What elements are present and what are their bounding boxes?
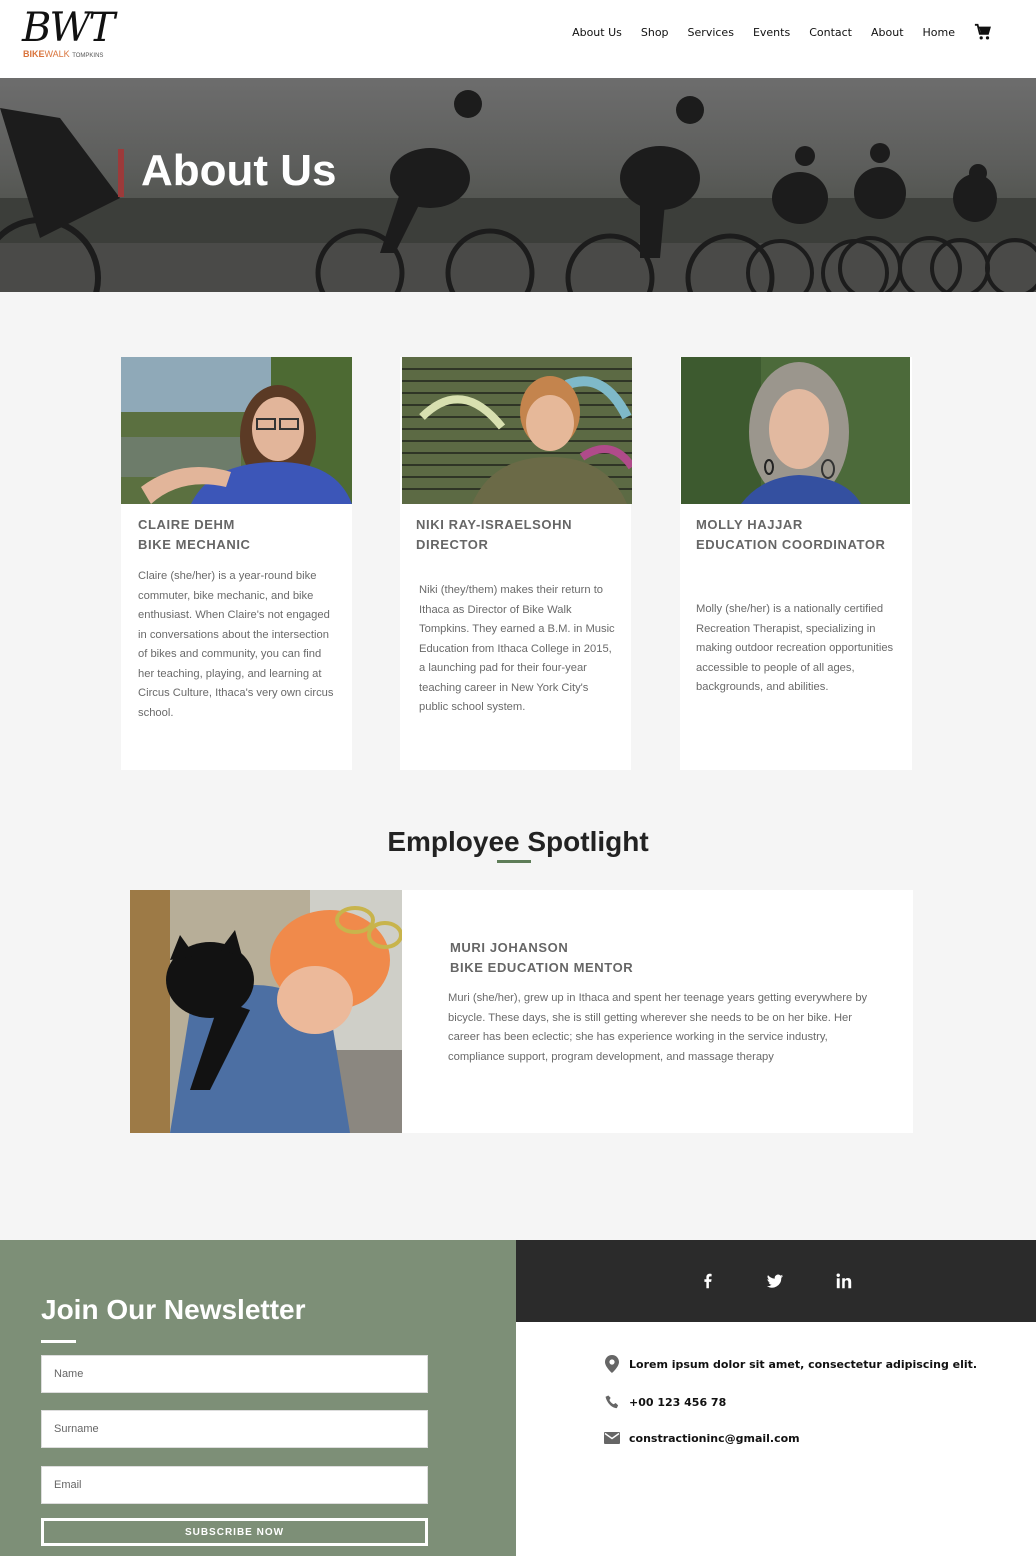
logo-script: BWT bbox=[22, 5, 115, 51]
newsletter-title-underline bbox=[41, 1340, 76, 1343]
facebook-icon[interactable] bbox=[699, 1272, 717, 1290]
contact-address: Lorem ipsum dolor sit amet, consectetur … bbox=[629, 1357, 978, 1371]
spotlight-bio: Muri (she/her), grew up in Ithaca and sp… bbox=[448, 992, 868, 1063]
main-nav: About Us Shop Services Events Contact Ab… bbox=[553, 22, 992, 42]
spotlight-name: MURI JOHANSON bbox=[450, 940, 569, 955]
cart-icon[interactable] bbox=[974, 23, 992, 41]
spotlight-name-block: MURI JOHANSON BIKE EDUCATION MENTOR bbox=[450, 938, 633, 978]
email-input[interactable] bbox=[41, 1466, 428, 1504]
logo-bike: BIKE bbox=[23, 49, 45, 59]
team-photo-niki bbox=[402, 357, 632, 504]
nav-shop[interactable]: Shop bbox=[641, 26, 669, 39]
team-photo-claire bbox=[121, 357, 352, 504]
team-bio-molly: Molly (she/her) is a nationally certifie… bbox=[696, 603, 894, 693]
site-logo[interactable]: BWT BIKEWALK TOMPKINS bbox=[22, 6, 122, 66]
mail-icon bbox=[604, 1430, 620, 1446]
surname-input[interactable] bbox=[41, 1410, 428, 1448]
team-card-claire: CLAIRE DEHM BIKE MECHANIC Claire (she/he… bbox=[121, 357, 352, 770]
nav-home[interactable]: Home bbox=[923, 26, 955, 39]
linkedin-icon[interactable] bbox=[835, 1272, 853, 1290]
contact-section: Lorem ipsum dolor sit amet, consectetur … bbox=[516, 1322, 1036, 1556]
nav-services[interactable]: Services bbox=[688, 26, 734, 39]
logo-wordmark: BIKEWALK TOMPKINS bbox=[23, 49, 103, 59]
team-name-niki: NIKI RAY-ISRAELSOHN DIRECTOR bbox=[416, 515, 572, 555]
team-bio-niki: Niki (they/them) makes their return to I… bbox=[419, 584, 615, 713]
spotlight-role: BIKE EDUCATION MENTOR bbox=[450, 960, 634, 975]
logo-tompkins: TOMPKINS bbox=[72, 53, 104, 59]
name-input[interactable] bbox=[41, 1355, 428, 1393]
phone-icon bbox=[604, 1394, 620, 1410]
contact-phone[interactable]: +00 123 456 78 bbox=[629, 1396, 726, 1409]
page-title: About Us bbox=[141, 146, 337, 195]
social-bar bbox=[516, 1240, 1036, 1322]
hero-banner: About Us bbox=[0, 78, 1036, 292]
spotlight-title: Employee Spotlight bbox=[387, 826, 649, 857]
member-role: BIKE MECHANIC bbox=[138, 537, 251, 552]
newsletter-section: Join Our Newsletter SUBSCRIBE NOW bbox=[0, 1240, 516, 1556]
contact-phone-row: +00 123 456 78 bbox=[604, 1394, 726, 1410]
twitter-icon[interactable] bbox=[766, 1272, 784, 1290]
nav-about-us[interactable]: About Us bbox=[572, 26, 622, 39]
map-pin-icon bbox=[604, 1355, 620, 1373]
hero-title-accent bbox=[118, 149, 124, 197]
newsletter-title: Join Our Newsletter bbox=[41, 1294, 306, 1325]
member-role: EDUCATION COORDINATOR bbox=[696, 537, 886, 552]
member-name: NIKI RAY-ISRAELSOHN bbox=[416, 517, 573, 532]
site-header: BWT BIKEWALK TOMPKINS About Us Shop Serv… bbox=[0, 0, 1036, 78]
team-card-molly: MOLLY HAJJAR EDUCATION COORDINATOR Molly… bbox=[680, 357, 912, 770]
logo-walk: WALK bbox=[44, 49, 70, 59]
team-name-molly: MOLLY HAJJAR EDUCATION COORDINATOR bbox=[696, 515, 886, 555]
spotlight-title-underline bbox=[497, 860, 531, 863]
nav-about[interactable]: About bbox=[871, 26, 904, 39]
member-name: CLAIRE DEHM bbox=[138, 517, 235, 532]
contact-email-row: constractioninc@gmail.com bbox=[604, 1430, 800, 1446]
contact-address-row: Lorem ipsum dolor sit amet, consectetur … bbox=[604, 1355, 978, 1373]
nav-contact[interactable]: Contact bbox=[809, 26, 852, 39]
spotlight-photo bbox=[130, 890, 402, 1133]
team-card-niki: NIKI RAY-ISRAELSOHN DIRECTOR Niki (they/… bbox=[400, 357, 632, 770]
member-name: MOLLY HAJJAR bbox=[696, 517, 803, 532]
team-name-claire: CLAIRE DEHM BIKE MECHANIC bbox=[138, 515, 251, 555]
contact-email[interactable]: constractioninc@gmail.com bbox=[629, 1432, 800, 1445]
member-role: DIRECTOR bbox=[416, 537, 489, 552]
team-bio-claire: Claire (she/her) is a year-round bike co… bbox=[138, 570, 334, 719]
subscribe-button[interactable]: SUBSCRIBE NOW bbox=[41, 1518, 428, 1546]
team-photo-molly bbox=[681, 357, 910, 504]
nav-events[interactable]: Events bbox=[753, 26, 790, 39]
